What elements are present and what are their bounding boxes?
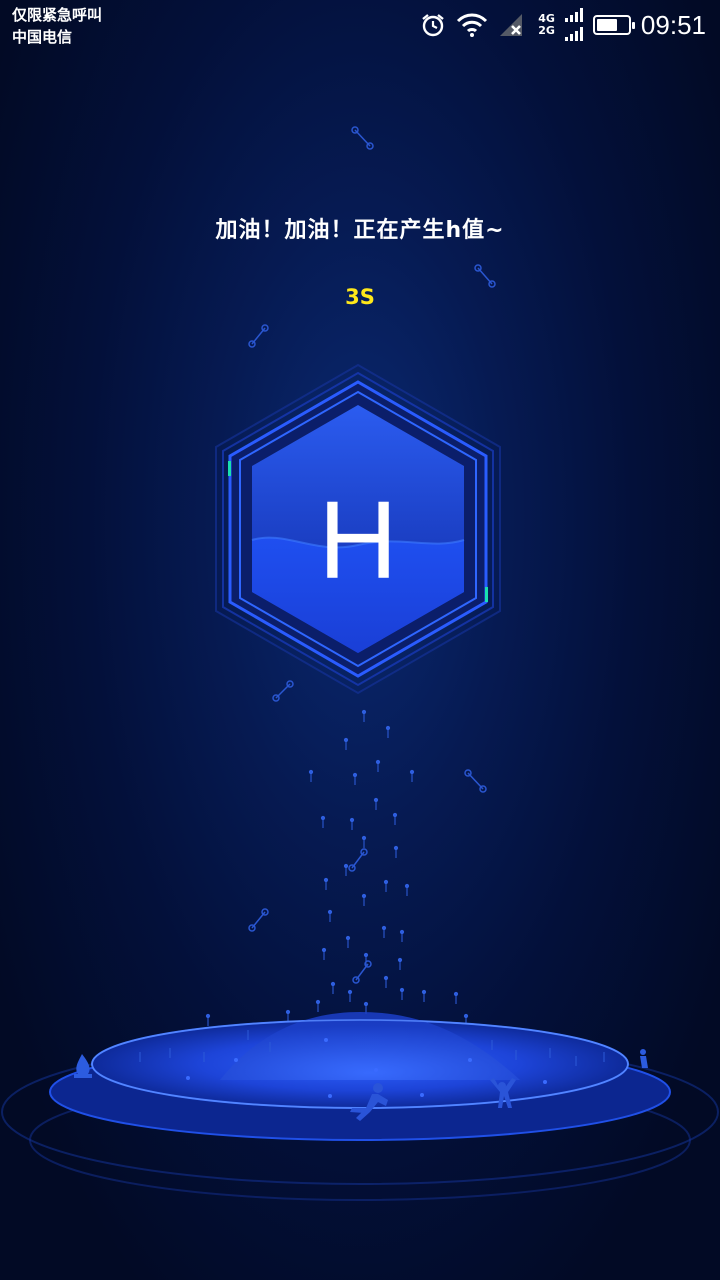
network-2g-text: 2G — [538, 24, 555, 37]
status-icons: 4G 2G 09:51 — [420, 6, 706, 44]
signal-icon — [564, 8, 583, 41]
battery-icon — [592, 15, 635, 35]
wifi-icon — [457, 13, 488, 37]
battery-level-fill — [596, 19, 617, 31]
splash-screen: H 仅限紧急呼叫 中国电信 4G 2G 09:51 加油！加油！正在产生h值~ … — [0, 0, 720, 1280]
no-signal-icon — [500, 14, 523, 36]
carrier-name: 中国电信 — [12, 28, 73, 46]
network-type-label: 4G 2G — [538, 13, 555, 37]
hex-letter: H — [318, 479, 397, 602]
status-bar: 仅限紧急呼叫 中国电信 4G 2G 09:51 — [0, 0, 720, 52]
clock: 09:51 — [640, 9, 706, 40]
sitting-figure-icon — [640, 1049, 648, 1068]
countdown-timer: 3S — [345, 285, 375, 309]
alarm-icon — [422, 14, 444, 37]
background-illustration: H — [1, 126, 719, 1201]
glowing-platform — [1, 1012, 719, 1201]
encouragement-message: 加油！加油！正在产生h值~ — [215, 218, 505, 243]
carrier-info: 仅限紧急呼叫 中国电信 — [12, 4, 102, 48]
flame-figure-icon — [74, 1054, 92, 1078]
emergency-only-text: 仅限紧急呼叫 — [12, 6, 103, 24]
rising-particles — [205, 709, 469, 1026]
